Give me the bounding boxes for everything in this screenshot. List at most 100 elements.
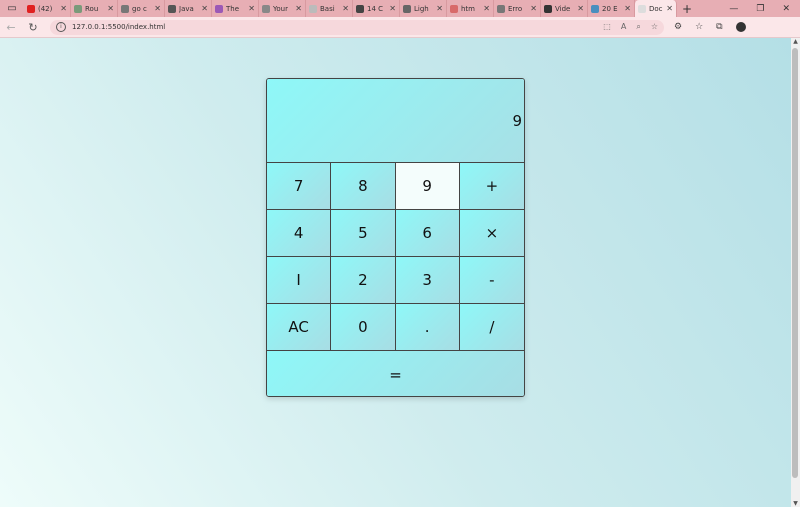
- tab-close-icon[interactable]: ✕: [624, 4, 631, 13]
- tab-close-icon[interactable]: ✕: [107, 4, 114, 13]
- tab-close-icon[interactable]: ✕: [389, 4, 396, 13]
- profile-avatar[interactable]: [735, 22, 746, 32]
- extensions-icon[interactable]: ⚙: [674, 22, 682, 32]
- back-icon[interactable]: ←: [0, 21, 22, 34]
- calc-key[interactable]: 4: [267, 210, 332, 257]
- tab-list: (42) ✕ Rou ✕ go c ✕ Java ✕ The ✕ Your ✕ Basi ✕ 14 C ✕ Li…: [24, 0, 677, 17]
- tab-close-icon[interactable]: ✕: [295, 4, 302, 13]
- minimize-icon[interactable]: —: [729, 4, 738, 14]
- reading-mode-icon[interactable]: ⬚: [603, 22, 611, 32]
- zoom-icon[interactable]: ⌕: [636, 22, 640, 32]
- browser-tab[interactable]: Your ✕: [259, 0, 306, 17]
- tab-title: 14 C: [367, 4, 384, 13]
- tab-title: Doc: [649, 4, 663, 13]
- calc-key[interactable]: .: [395, 304, 460, 351]
- address-bar: ← ↻ i 127.0.0.1:5500/index.html ⬚ A ⌕ ☆ …: [0, 17, 800, 38]
- collections-icon[interactable]: ⧉: [716, 22, 722, 32]
- site-info-icon[interactable]: i: [56, 22, 66, 32]
- calc-key[interactable]: I: [267, 257, 332, 304]
- calc-key[interactable]: 6: [395, 210, 460, 257]
- tab-favicon-icon: [544, 4, 552, 13]
- calculator-display: 9: [267, 79, 524, 163]
- browser-tab[interactable]: Doc ✕: [635, 0, 677, 17]
- url-tools: ⬚ A ⌕ ☆: [603, 22, 658, 32]
- tab-close-icon[interactable]: ✕: [483, 4, 490, 13]
- close-window-icon[interactable]: ✕: [782, 4, 790, 14]
- browser-tab[interactable]: Basi ✕: [306, 0, 353, 17]
- tab-title: Ligh: [414, 4, 429, 13]
- tab-favicon-icon: [403, 4, 411, 13]
- url-field[interactable]: i 127.0.0.1:5500/index.html ⬚ A ⌕ ☆: [50, 19, 664, 35]
- browser-tab[interactable]: Java ✕: [165, 0, 212, 17]
- tab-close-icon[interactable]: ✕: [248, 4, 255, 13]
- tab-favicon-icon: [168, 4, 176, 13]
- tab-close-icon[interactable]: ✕: [342, 4, 349, 13]
- calc-key[interactable]: 3: [395, 257, 460, 304]
- calc-key[interactable]: 8: [331, 163, 396, 210]
- tab-close-icon[interactable]: ✕: [666, 4, 673, 13]
- tab-favicon-icon: [591, 4, 599, 13]
- scroll-up-icon[interactable]: ▲: [791, 38, 800, 45]
- tab-close-icon[interactable]: ✕: [436, 4, 443, 13]
- tab-close-icon[interactable]: ✕: [201, 4, 208, 13]
- tab-title: Basi: [320, 4, 335, 13]
- tab-favicon-icon: [262, 4, 270, 13]
- calc-key[interactable]: AC: [267, 304, 332, 351]
- scrollbar[interactable]: ▲ ▼: [791, 38, 800, 507]
- tab-close-icon[interactable]: ✕: [154, 4, 161, 13]
- window-controls: — ❐ ✕: [729, 4, 800, 14]
- browser-tab[interactable]: Erro ✕: [494, 0, 541, 17]
- calc-key[interactable]: 0: [331, 304, 396, 351]
- tab-favicon-icon: [309, 4, 317, 13]
- browser-tab[interactable]: The ✕: [212, 0, 259, 17]
- tab-title: go c: [132, 4, 147, 13]
- tab-favicon-icon: [356, 4, 364, 13]
- tab-favicon-icon: [450, 4, 458, 13]
- calc-key[interactable]: +: [459, 163, 524, 210]
- browser-tab[interactable]: (42) ✕: [24, 0, 71, 17]
- new-tab-button[interactable]: +: [677, 2, 697, 16]
- browser-tab[interactable]: Rou ✕: [71, 0, 118, 17]
- browser-tab[interactable]: 14 C ✕: [353, 0, 400, 17]
- tab-favicon-icon: [121, 4, 129, 13]
- tab-close-icon[interactable]: ✕: [530, 4, 537, 13]
- calc-key[interactable]: ×: [459, 210, 524, 257]
- calc-key[interactable]: 7: [267, 163, 332, 210]
- browser-tab[interactable]: Vide ✕: [541, 0, 588, 17]
- tab-favicon-icon: [215, 4, 223, 13]
- browser-tab[interactable]: go c ✕: [118, 0, 165, 17]
- tab-title: The: [226, 4, 240, 13]
- tab-favicon-icon: [74, 4, 82, 13]
- browser-tab[interactable]: 20 E ✕: [588, 0, 635, 17]
- browser-tab[interactable]: Ligh ✕: [400, 0, 447, 17]
- tab-favicon-icon: [497, 4, 505, 13]
- tab-title: htm: [461, 4, 475, 13]
- calc-key[interactable]: 2: [331, 257, 396, 304]
- calc-key[interactable]: /: [459, 304, 524, 351]
- calculator-keypad: 7 8 9 +4 5 6 × I 2 3- AC 0. /: [267, 163, 524, 351]
- favorites-icon[interactable]: ☆: [695, 22, 703, 32]
- tab-title: Rou: [85, 4, 99, 13]
- toolbar-right: ⚙ ☆ ⧉: [674, 22, 746, 32]
- scroll-thumb[interactable]: [792, 48, 798, 478]
- tab-title: Java: [179, 4, 194, 13]
- workspaces-icon[interactable]: ▭: [0, 0, 24, 17]
- scroll-down-icon[interactable]: ▼: [791, 500, 800, 507]
- favorite-star-icon[interactable]: ☆: [651, 22, 658, 32]
- tab-close-icon[interactable]: ✕: [60, 4, 67, 13]
- restore-icon[interactable]: ❐: [756, 4, 764, 14]
- refresh-icon[interactable]: ↻: [22, 21, 44, 34]
- tab-close-icon[interactable]: ✕: [577, 4, 584, 13]
- tab-title: 20 E: [602, 4, 618, 13]
- browser-tab[interactable]: htm ✕: [447, 0, 494, 17]
- tab-favicon-icon: [27, 4, 35, 13]
- calc-key[interactable]: 5: [331, 210, 396, 257]
- read-aloud-icon[interactable]: A: [621, 22, 626, 32]
- tab-strip: ▭ (42) ✕ Rou ✕ go c ✕ Java ✕ The ✕ Your ✕ Basi ✕ 14 C ✕…: [0, 0, 800, 17]
- calc-key[interactable]: -: [459, 257, 524, 304]
- calc-key[interactable]: 9: [395, 163, 460, 210]
- url-text[interactable]: 127.0.0.1:5500/index.html: [72, 23, 597, 31]
- tab-title: Erro: [508, 4, 523, 13]
- equals-button[interactable]: =: [267, 351, 524, 396]
- calculator: 9 7 8 9 +4 5 6 × I 2 3- AC 0. / =: [266, 78, 525, 397]
